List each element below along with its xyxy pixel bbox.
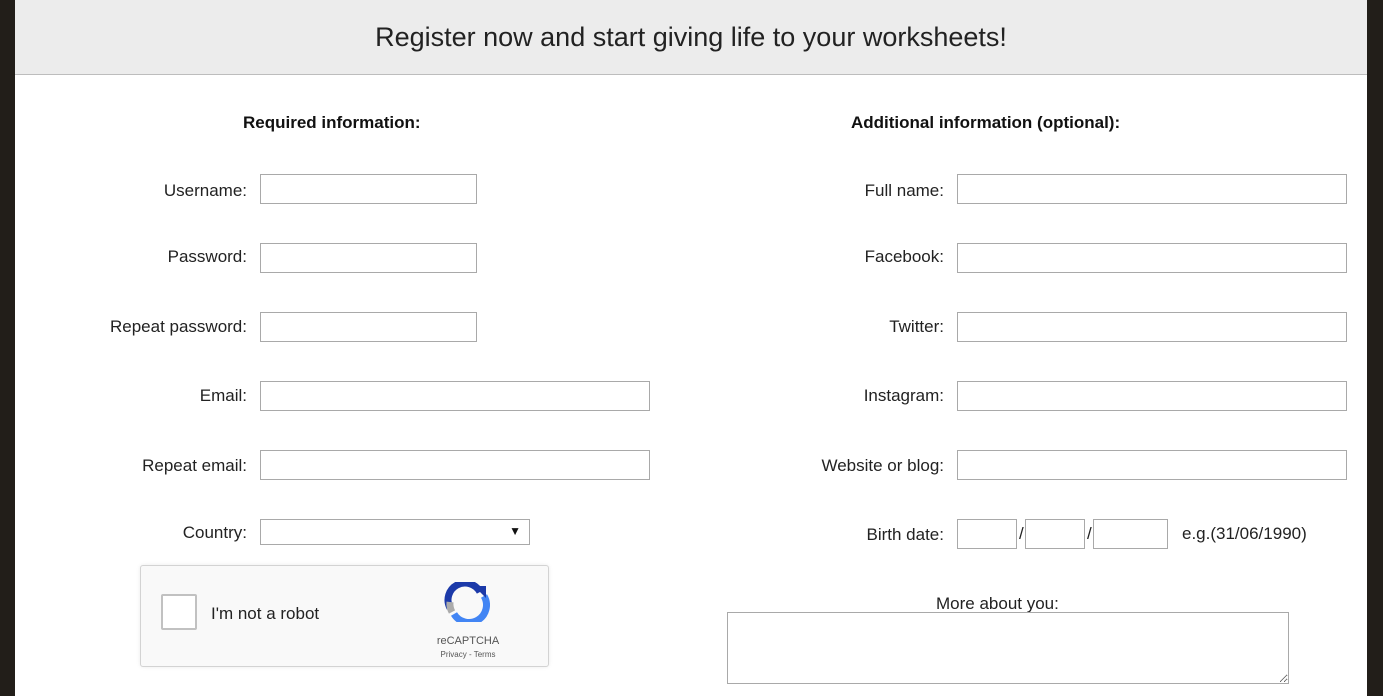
recaptcha-checkbox[interactable]: [161, 594, 197, 630]
twitter-label: Twitter:: [889, 317, 944, 336]
birthdate-hint: e.g.(31/06/1990): [1182, 524, 1307, 543]
email-input[interactable]: [260, 381, 650, 411]
password-label: Password:: [167, 247, 247, 266]
website-label: Website or blog:: [821, 456, 944, 475]
username-input[interactable]: [260, 174, 477, 204]
repeat-password-input[interactable]: [260, 312, 477, 342]
chevron-down-icon: ▼: [509, 524, 521, 538]
facebook-label: Facebook:: [864, 247, 944, 266]
birthdate-month-input[interactable]: [1025, 519, 1085, 549]
birthdate-day-input[interactable]: [957, 519, 1017, 549]
birthdate-separator: /: [1019, 524, 1024, 543]
recaptcha-widget: I'm not a robot reCAPTCHA Privacy - Term…: [140, 565, 549, 667]
recaptcha-privacy-terms[interactable]: Privacy - Terms: [423, 650, 513, 659]
instagram-label: Instagram:: [863, 386, 944, 405]
password-input[interactable]: [260, 243, 477, 273]
optional-section-title: Additional information (optional):: [851, 113, 1121, 132]
repeat-password-label: Repeat password:: [109, 317, 247, 336]
about-label: More about you:: [936, 594, 1059, 613]
recaptcha-logo-icon: [444, 582, 490, 622]
header-bar: Register now and start giving life to yo…: [15, 0, 1367, 75]
repeat-email-label: Repeat email:: [142, 456, 247, 475]
required-section-title: Required information:: [243, 113, 421, 132]
registration-panel: Register now and start giving life to yo…: [15, 0, 1367, 696]
repeat-email-input[interactable]: [260, 450, 650, 480]
about-textarea[interactable]: [727, 612, 1289, 684]
twitter-input[interactable]: [957, 312, 1347, 342]
birthdate-separator: /: [1087, 524, 1092, 543]
recaptcha-label: I'm not a robot: [211, 604, 320, 623]
email-label: Email:: [199, 386, 247, 405]
fullname-label: Full name:: [864, 181, 944, 200]
instagram-input[interactable]: [957, 381, 1347, 411]
birthdate-year-input[interactable]: [1093, 519, 1168, 549]
username-label: Username:: [163, 181, 247, 200]
birthdate-label: Birth date:: [866, 525, 945, 544]
facebook-input[interactable]: [957, 243, 1347, 273]
page-title: Register now and start giving life to yo…: [375, 21, 1007, 52]
website-input[interactable]: [957, 450, 1347, 480]
country-label: Country:: [182, 523, 247, 542]
fullname-input[interactable]: [957, 174, 1347, 204]
country-select[interactable]: ▼: [260, 519, 530, 545]
recaptcha-brand: reCAPTCHA: [436, 635, 500, 647]
